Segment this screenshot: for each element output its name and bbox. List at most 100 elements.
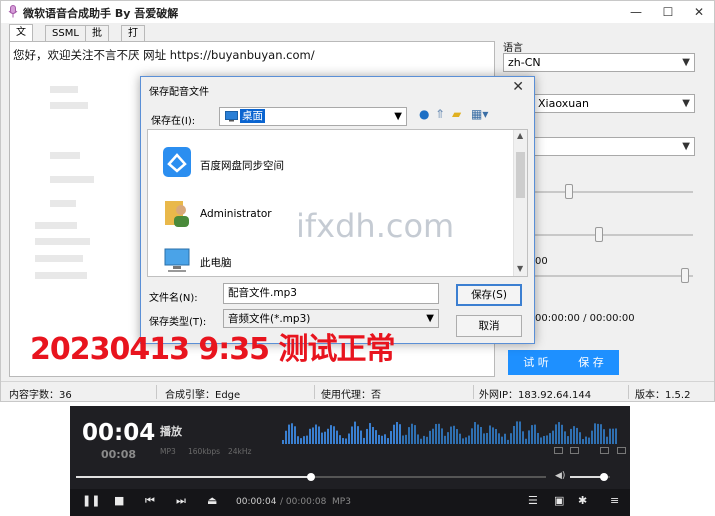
waveform-bar: [423, 435, 425, 444]
volume-knob[interactable]: [600, 473, 608, 481]
shuffle-icon[interactable]: [600, 447, 609, 454]
waveform-bar: [312, 427, 314, 444]
current-time: 00:04: [82, 420, 156, 446]
waveform-bar: [294, 426, 296, 444]
waveform-bar: [444, 435, 446, 444]
seek-fill: [76, 476, 311, 478]
slider-thumb[interactable]: [565, 184, 573, 199]
waveform-bar: [345, 438, 347, 444]
scroll-thumb[interactable]: [516, 152, 525, 198]
volume-value: 00: [535, 256, 548, 267]
waveform-bar: [564, 431, 566, 444]
minimize-icon[interactable]: [617, 447, 626, 454]
ghost-text: [50, 200, 76, 207]
editor-content: 您好，欢迎关注不言不厌 网址 https://buyanbuyan.com/: [13, 48, 315, 62]
waveform: [282, 421, 617, 444]
waveform-bar: [561, 424, 563, 444]
playlist-search-icon[interactable]: ☰: [528, 494, 538, 507]
previous-icon[interactable]: ⏮: [145, 494, 155, 508]
scrollbar[interactable]: ▲ ▼: [513, 130, 527, 276]
voice-value: Xiaoxuan: [538, 97, 589, 110]
gear-icon[interactable]: ✱: [578, 494, 587, 507]
eject-icon[interactable]: ⏏: [207, 494, 217, 507]
stop-icon[interactable]: ■: [114, 494, 124, 507]
waveform-bar: [441, 428, 443, 444]
waveform-bar: [600, 424, 602, 444]
format-tag: MP3: [332, 497, 351, 507]
save-button[interactable]: 保 存: [563, 350, 619, 375]
slider-thumb[interactable]: [681, 268, 689, 283]
chevron-down-icon: ▼: [682, 98, 690, 109]
next-icon[interactable]: ⏭: [176, 494, 186, 508]
content-count: 内容字数：36: [9, 390, 72, 401]
total-time: 00:08: [101, 448, 137, 461]
slider-thumb[interactable]: [595, 227, 603, 242]
waveform-bar: [351, 426, 353, 444]
tab-donate[interactable]: 打赏我: [121, 25, 145, 69]
new-folder-icon[interactable]: ▰: [452, 107, 461, 121]
waveform-bar: [288, 424, 290, 444]
volume-bar[interactable]: [570, 473, 610, 481]
waveform-bar: [588, 437, 590, 444]
waveform-bar: [402, 435, 404, 444]
dialog-save-button[interactable]: 保存(S): [456, 284, 522, 306]
volume-icon[interactable]: ◀): [555, 471, 565, 481]
seek-knob[interactable]: [307, 473, 315, 481]
up-folder-icon[interactable]: ⇑: [435, 107, 445, 121]
listen-button[interactable]: 试 听: [508, 350, 564, 375]
filename-label: 文件名(N):: [149, 293, 198, 304]
filename-value: 配音文件.mp3: [228, 287, 297, 299]
title-bar: 微软语音合成助手 By 吾爱破解 — ☐ ✕: [1, 1, 714, 23]
waveform-bar: [309, 428, 311, 444]
dialog-title: 保存配音文件: [149, 87, 209, 98]
close-button[interactable]: ✕: [684, 1, 714, 23]
menu-icon[interactable]: ≡: [610, 494, 619, 507]
item-label: 百度网盘同步空间: [200, 160, 284, 172]
language-select[interactable]: zh-CN ▼: [503, 53, 695, 72]
waveform-bar: [468, 435, 470, 444]
item-label: Administrator: [200, 208, 272, 220]
scroll-down-icon[interactable]: ▼: [517, 264, 523, 273]
chevron-down-icon: ▼: [394, 111, 402, 122]
ghost-text: [50, 86, 78, 93]
maximize-button[interactable]: ☐: [653, 1, 683, 23]
scroll-up-icon[interactable]: ▲: [517, 131, 523, 140]
waveform-bar: [348, 433, 350, 444]
tab-text[interactable]: 文本: [9, 24, 33, 53]
waveform-bar: [378, 434, 380, 444]
pause-icon[interactable]: ❚❚: [82, 494, 100, 507]
waveform-bar: [513, 426, 515, 444]
ghost-text: [35, 255, 83, 262]
waveform-bar: [306, 435, 308, 444]
waveform-bar: [339, 435, 341, 444]
eq-icon[interactable]: [554, 447, 563, 454]
waveform-bar: [432, 428, 434, 444]
waveform-bar: [315, 424, 317, 444]
ghost-text: [35, 238, 90, 245]
app-title: 微软语音合成助手 By 吾爱破解: [23, 7, 179, 20]
settings-panel-icon[interactable]: ▣: [554, 494, 564, 507]
repeat-icon[interactable]: [570, 447, 579, 454]
file-list[interactable]: 百度网盘同步空间 Administrator 此电脑 ▲ ▼: [147, 129, 528, 277]
divider: [314, 385, 315, 399]
tab-ssml[interactable]: SSML: [45, 25, 86, 41]
status-bar: 内容字数：36 合成引擎：Edge 使用代理：否 外网IP：183.92.64.…: [1, 381, 714, 401]
seek-bar[interactable]: [76, 473, 546, 481]
waveform-bar: [450, 426, 452, 444]
dialog-close-button[interactable]: ✕: [512, 79, 524, 95]
time-range: 00:00:00 / 00:00:00: [535, 313, 635, 324]
waveform-bar: [546, 435, 548, 444]
back-icon[interactable]: ●: [419, 107, 429, 121]
waveform-bar: [477, 424, 479, 444]
waveform-bar: [558, 422, 560, 444]
tab-batch[interactable]: 批量: [85, 25, 109, 54]
waveform-bar: [525, 438, 527, 444]
minimize-button[interactable]: —: [621, 1, 651, 23]
save-in-combo[interactable]: 桌面 ▼: [219, 107, 407, 126]
waveform-bar: [387, 438, 389, 444]
dialog-cancel-button[interactable]: 取消: [456, 315, 522, 337]
filename-input[interactable]: 配音文件.mp3: [223, 283, 439, 304]
bitrate-label: 160kbps: [188, 447, 221, 456]
view-menu-icon[interactable]: ▦▾: [471, 107, 488, 121]
waveform-bar: [390, 431, 392, 444]
